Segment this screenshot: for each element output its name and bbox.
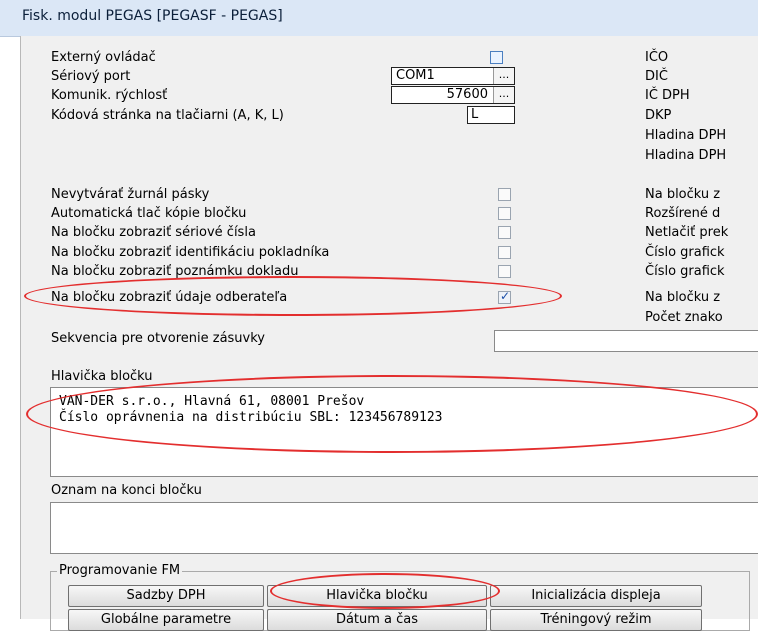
serial-port-label: Sériový port: [51, 69, 131, 84]
right-option-label-2: Rozšírené d: [645, 206, 721, 221]
right-option-label-1: Na bločku z: [645, 187, 721, 202]
no-journal-label: Nevytvárať žurnál pásky: [51, 187, 210, 202]
right-option-label-7: Počet znako: [645, 310, 723, 325]
vat-rates-button[interactable]: Sadzby DPH: [68, 585, 264, 607]
drawer-sequence-input[interactable]: [494, 330, 758, 352]
serial-port-value: COM1: [396, 68, 435, 83]
dic-label: DIČ: [645, 69, 668, 84]
serial-numbers-label: Na bločku zobraziť sériové čísla: [51, 225, 256, 240]
baud-rate-browse-button[interactable]: ...: [493, 87, 514, 103]
customer-data-checkbox[interactable]: ✓: [498, 289, 511, 304]
right-option-label-5: Číslo grafick: [645, 264, 725, 279]
external-driver-checkbox[interactable]: [490, 51, 503, 64]
auto-copy-checkbox[interactable]: [498, 207, 511, 220]
right-option-label-6: Na bločku z: [645, 290, 721, 305]
receipt-header-button[interactable]: Hlavička bločku: [267, 585, 487, 607]
no-journal-checkbox[interactable]: [498, 188, 511, 201]
right-option-label-4: Číslo grafick: [645, 245, 725, 260]
right-option-label-3: Netlačiť prek: [645, 225, 729, 240]
receipt-header-line-2: Číslo oprávnenia na distribúciu SBL: 123…: [59, 410, 443, 425]
display-init-button[interactable]: Inicializácia displeja: [490, 585, 702, 607]
codepage-field[interactable]: L: [467, 106, 515, 124]
codepage-value: L: [471, 107, 479, 122]
cashier-id-label: Na bločku zobraziť identifikáciu pokladn…: [51, 245, 330, 260]
receipt-footer-label: Oznam na konci bločku: [51, 483, 202, 498]
baud-rate-field[interactable]: 57600 ...: [391, 86, 515, 104]
external-driver-label: Externý ovládač: [51, 50, 156, 65]
training-mode-button[interactable]: Tréningový režim: [490, 609, 702, 631]
vat-level-label-2: Hladina DPH: [645, 148, 727, 163]
cashier-id-checkbox[interactable]: [498, 246, 511, 259]
document-note-label: Na bločku zobraziť poznámku dokladu: [51, 264, 299, 279]
drawer-sequence-label: Sekvencia pre otvorenie zásuvky: [51, 331, 265, 346]
codepage-label: Kódová stránka na tlačiarni (A, K, L): [51, 108, 284, 123]
receipt-header-label: Hlavička bločku: [51, 369, 153, 384]
vat-level-label-1: Hladina DPH: [645, 128, 727, 143]
dkp-label: DKP: [645, 108, 672, 123]
ico-label: IČO: [645, 50, 669, 65]
global-parameters-button[interactable]: Globálne parametre: [68, 609, 264, 631]
baud-rate-value: 57600: [446, 87, 488, 102]
document-note-checkbox[interactable]: [498, 265, 511, 278]
receipt-header-textarea[interactable]: VAN-DER s.r.o., Hlavná 61, 08001 Prešov …: [50, 387, 758, 477]
receipt-header-line-1: VAN-DER s.r.o., Hlavná 61, 08001 Prešov: [59, 394, 365, 409]
serial-numbers-checkbox[interactable]: [498, 226, 511, 239]
baud-rate-label: Komunik. rýchlosť: [51, 88, 168, 103]
window-title: Fisk. modul PEGAS [PEGASF - PEGAS]: [22, 8, 283, 24]
fiscal-module-dialog: Externý ovládač Sériový port COM1 ... Ko…: [20, 36, 758, 631]
window-titlebar: Fisk. modul PEGAS [PEGASF - PEGAS]: [0, 0, 758, 37]
customer-data-label: Na bločku zobraziť údaje odberateľa: [51, 290, 288, 305]
auto-copy-label: Automatická tlač kópie bločku: [51, 206, 247, 221]
check-mark-icon: ✓: [500, 289, 511, 303]
serial-port-field[interactable]: COM1 ...: [391, 67, 515, 85]
ic-dph-label: IČ DPH: [645, 88, 690, 103]
serial-port-browse-button[interactable]: ...: [493, 68, 514, 84]
receipt-footer-textarea[interactable]: [50, 502, 758, 554]
date-time-button[interactable]: Dátum a čas: [267, 609, 487, 631]
fm-programming-legend: Programovanie FM: [57, 563, 183, 578]
